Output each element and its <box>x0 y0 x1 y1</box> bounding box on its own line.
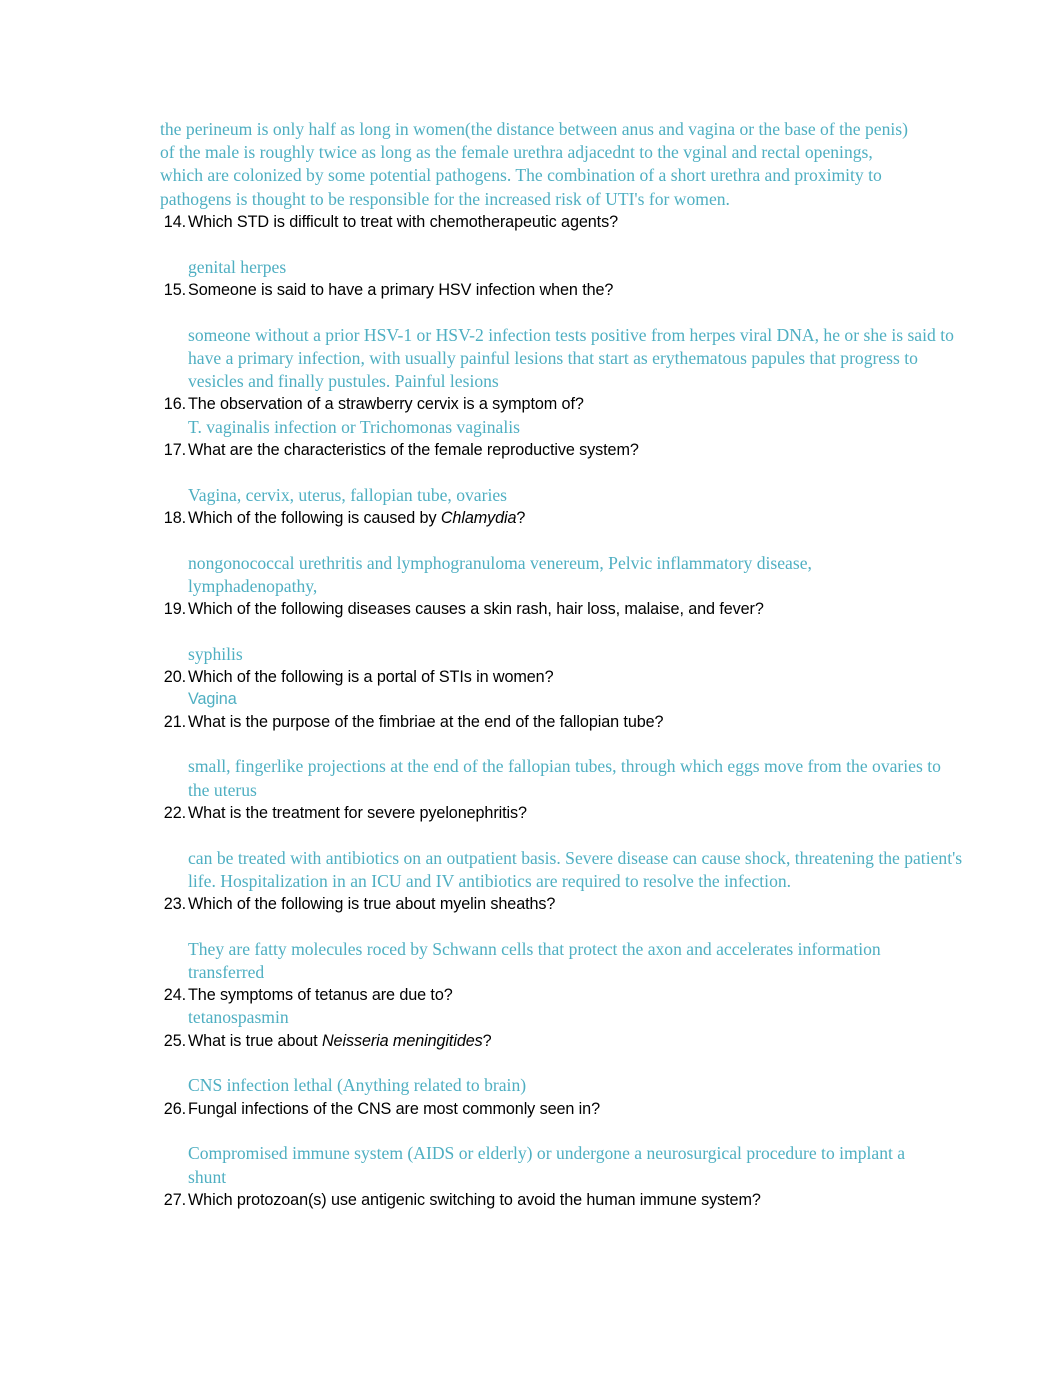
question-number: 27. <box>163 1190 186 1209</box>
question-text: What is true about Neisseria meningitide… <box>188 1031 492 1050</box>
answer-text: syphilis <box>188 643 243 664</box>
answer-text: Vagina <box>188 690 237 709</box>
question-answer-list: 14. Which STD is difficult to treat with … <box>160 211 962 1211</box>
question-text: What is the treatment for severe pyelone… <box>188 803 527 822</box>
answer-text: They are fatty molecules roced by Schwan… <box>188 938 881 982</box>
question-line: 17. What are the characteristics of the f… <box>164 439 940 461</box>
answer-text: T. vaginalis infection or Trichomonas va… <box>188 416 520 437</box>
qa-item: 26. Fungal infections of the CNS are most… <box>160 1098 940 1189</box>
qa-item: 18. Which of the following is caused by C… <box>160 507 940 598</box>
question-number: 21. <box>163 712 186 731</box>
question-line: 19. Which of the following diseases cause… <box>164 598 940 620</box>
question-number: 16. <box>163 395 186 414</box>
question-number: 23. <box>163 894 186 913</box>
answer-text: can be treated with antibiotics on an ou… <box>188 847 963 891</box>
question-text: Which of the following diseases causes a… <box>188 599 764 618</box>
question-text: Which of the following is caused by Chla… <box>188 508 526 527</box>
qa-item: 23. Which of the following is true about … <box>160 893 940 984</box>
answer-text: someone without a prior HSV-1 or HSV-2 i… <box>188 324 954 392</box>
qa-item: 16. The observation of a strawberry cervi… <box>160 393 940 439</box>
question-text: Which protozoan(s) use antigenic switchi… <box>188 1190 761 1209</box>
question-line: 23. Which of the following is true about … <box>164 893 940 915</box>
qa-item: 14. Which STD is difficult to treat with … <box>160 211 940 279</box>
question-number: 20. <box>163 667 186 686</box>
qa-item: 20. Which of the following is a portal of… <box>160 666 940 711</box>
qa-item: 27. Which protozoan(s) use antigenic swit… <box>160 1189 940 1211</box>
question-number: 26. <box>163 1099 186 1118</box>
qa-item: 15. Someone is said to have a primary HSV… <box>160 279 954 393</box>
answer-text: nongonococcal urethritis and lymphogranu… <box>188 552 812 596</box>
question-text: What is the purpose of the fimbriae at t… <box>188 712 664 731</box>
question-line: 25. What is true about Neisseria meningit… <box>164 1030 940 1052</box>
qa-item: 25. What is true about Neisseria meningit… <box>160 1030 940 1098</box>
question-text: Which of the following is true about mye… <box>188 894 556 913</box>
qa-item: 21. What is the purpose of the fimbriae a… <box>160 711 941 802</box>
question-number: 15. <box>163 280 186 299</box>
qa-item: 22. What is the treatment for severe pyel… <box>160 802 962 893</box>
question-line: 15. Someone is said to have a primary HSV… <box>164 279 940 301</box>
question-line: 14. Which STD is difficult to treat with … <box>164 211 940 233</box>
qa-item: 24. The symptoms of tetanus are due to? te… <box>160 984 940 1030</box>
qa-item: 19. Which of the following diseases cause… <box>160 598 940 666</box>
question-italic-term: Neisseria meningitides <box>321 1031 483 1050</box>
qa-item: 17. What are the characteristics of the f… <box>160 439 940 507</box>
question-text: What are the characteristics of the fema… <box>188 440 639 459</box>
question-number: 22. <box>163 803 186 822</box>
question-line: 20. Which of the following is a portal of… <box>164 666 940 688</box>
question-number: 24. <box>163 986 186 1005</box>
answer-text: Vagina, cervix, uterus, fallopian tube, … <box>188 484 508 505</box>
document-page: the perineum is only half as long in wom… <box>0 0 1062 1376</box>
question-number: 18. <box>163 508 186 527</box>
answer-text: Compromised immune system (AIDS or elder… <box>188 1143 906 1187</box>
question-line: 26. Fungal infections of the CNS are most… <box>164 1098 940 1120</box>
question-line: 16. The observation of a strawberry cervi… <box>164 393 940 415</box>
question-text: Which STD is difficult to treat with che… <box>188 212 618 231</box>
question-line: 22. What is the treatment for severe pyel… <box>164 802 940 824</box>
question-number: 14. <box>163 212 186 231</box>
question-italic-term: Chlamydia <box>440 508 517 527</box>
question-line: 27. Which protozoan(s) use antigenic swit… <box>164 1189 940 1211</box>
answer-text: genital herpes <box>188 256 287 277</box>
question-text: The symptoms of tetanus are due to? <box>188 986 453 1005</box>
question-number: 17. <box>163 440 186 459</box>
answer-text: CNS infection lethal (Anything related t… <box>188 1075 527 1096</box>
question-line: 21. What is the purpose of the fimbriae a… <box>164 711 940 733</box>
answer-text: small, fingerlike projections at the end… <box>188 756 941 800</box>
question-text: Someone is said to have a primary HSV in… <box>188 280 614 299</box>
question-text: Fungal infections of the CNS are most co… <box>188 1099 600 1118</box>
question-number: 19. <box>163 599 186 618</box>
question-number: 25. <box>163 1031 186 1050</box>
question-line: 24. The symptoms of tetanus are due to? <box>164 984 940 1006</box>
question-text: Which of the following is a portal of ST… <box>188 667 554 686</box>
answer-text: tetanospasmin <box>188 1007 289 1028</box>
question-text: The observation of a strawberry cervix i… <box>188 395 584 414</box>
lead-paragraph: the perineum is only half as long in wom… <box>160 119 909 209</box>
question-line: 18. Which of the following is caused by C… <box>164 507 940 529</box>
